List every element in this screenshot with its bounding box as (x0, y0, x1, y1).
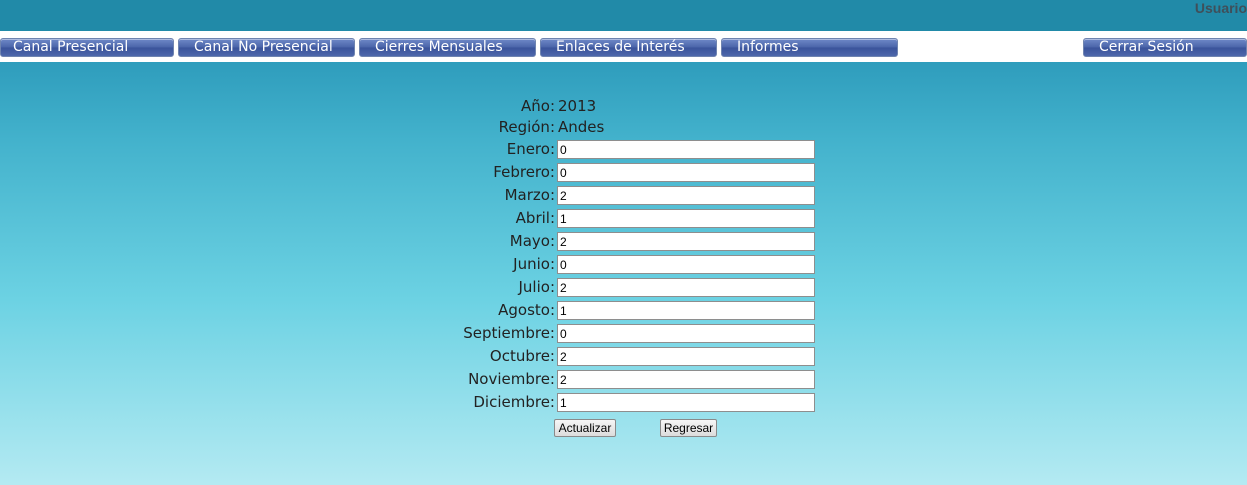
month-input-septiembre[interactable] (557, 324, 815, 343)
month-label-abril: Abril: (515, 209, 555, 227)
month-row-febrero: Febrero: (0, 162, 1247, 185)
month-input-mayo[interactable] (557, 232, 815, 251)
menu-cierres-mensuales-label: Cierres Mensuales (375, 39, 503, 55)
top-header-bar: Usuario (0, 0, 1247, 31)
menu-informes-label: Informes (737, 39, 799, 55)
month-row-noviembre: Noviembre: (0, 369, 1247, 392)
user-label: Usuario (1194, 0, 1247, 16)
month-label-mayo: Mayo: (509, 232, 555, 250)
menu-canal-presencial[interactable]: Canal Presencial (0, 38, 174, 57)
month-input-noviembre[interactable] (557, 370, 815, 389)
update-button[interactable]: Actualizar (554, 419, 616, 437)
main-menu-bar: Canal Presencial Canal No Presencial Cie… (0, 31, 1247, 62)
month-input-febrero[interactable] (557, 163, 815, 182)
logout-button[interactable]: Cerrar Sesión (1083, 38, 1247, 57)
month-label-noviembre: Noviembre: (468, 370, 555, 388)
month-label-agosto: Agosto: (498, 301, 555, 319)
menu-enlaces-de-interes-label: Enlaces de Interés (556, 39, 685, 55)
month-row-enero: Enero: (0, 139, 1247, 162)
month-label-julio: Julio: (518, 278, 556, 296)
month-input-diciembre[interactable] (557, 393, 815, 412)
month-row-junio: Junio: (0, 254, 1247, 277)
month-row-abril: Abril: (0, 208, 1247, 231)
menu-canal-presencial-label: Canal Presencial (13, 39, 129, 55)
month-label-diciembre: Diciembre: (473, 393, 555, 411)
month-row-agosto: Agosto: (0, 300, 1247, 323)
logout-button-label: Cerrar Sesión (1099, 39, 1194, 55)
menu-informes[interactable]: Informes (721, 38, 898, 57)
month-row-octubre: Octubre: (0, 346, 1247, 369)
month-label-junio: Junio: (513, 255, 555, 273)
month-input-marzo[interactable] (557, 186, 815, 205)
menu-cierres-mensuales[interactable]: Cierres Mensuales (359, 38, 536, 57)
month-input-julio[interactable] (557, 278, 815, 297)
month-row-marzo: Marzo: (0, 185, 1247, 208)
month-input-junio[interactable] (557, 255, 815, 274)
menu-enlaces-de-interes[interactable]: Enlaces de Interés (540, 38, 717, 57)
region-row: Región: Andes (0, 117, 1247, 140)
month-row-mayo: Mayo: (0, 231, 1247, 254)
menu-canal-no-presencial[interactable]: Canal No Presencial (178, 38, 355, 57)
year-row: Año: 2013 (0, 96, 1247, 119)
month-row-julio: Julio: (0, 277, 1247, 300)
region-value: Andes (558, 118, 605, 136)
month-label-octubre: Octubre: (489, 347, 555, 365)
menu-canal-no-presencial-label: Canal No Presencial (194, 39, 333, 55)
month-input-agosto[interactable] (557, 301, 815, 320)
month-label-septiembre: Septiembre: (463, 324, 555, 342)
month-input-octubre[interactable] (557, 347, 815, 366)
month-label-febrero: Febrero: (493, 163, 555, 181)
month-input-enero[interactable] (557, 140, 815, 159)
month-row-septiembre: Septiembre: (0, 323, 1247, 346)
year-value: 2013 (558, 97, 597, 115)
year-label: Año: (521, 97, 555, 115)
month-input-abril[interactable] (557, 209, 815, 228)
region-label: Región: (498, 118, 555, 136)
month-label-marzo: Marzo: (504, 186, 555, 204)
month-label-enero: Enero: (506, 140, 555, 158)
back-button[interactable]: Regresar (660, 419, 717, 437)
month-row-diciembre: Diciembre: (0, 392, 1247, 415)
